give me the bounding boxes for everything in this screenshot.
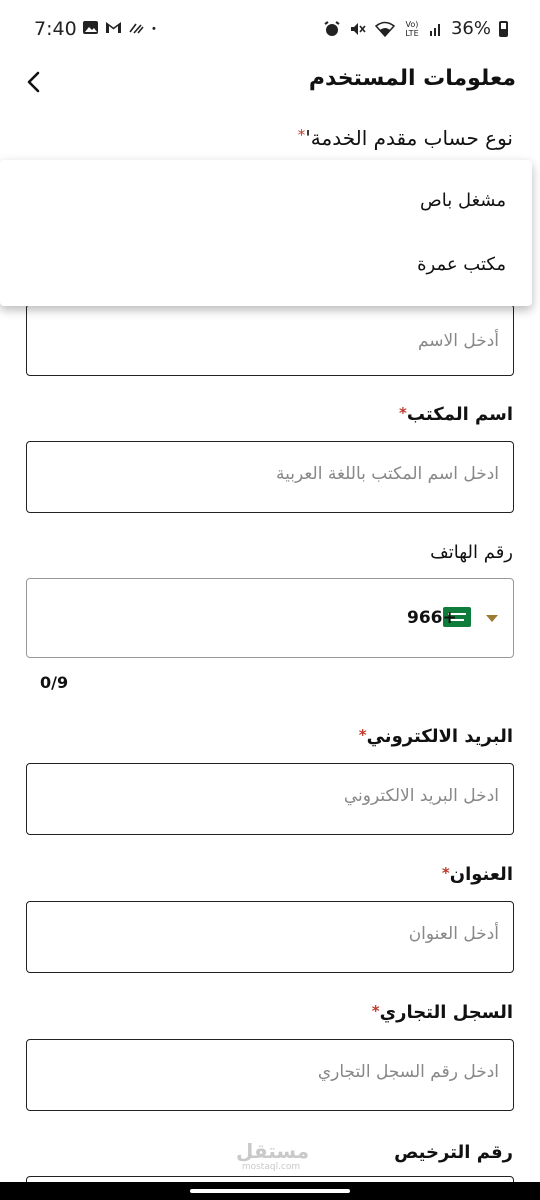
name-placeholder: أدخل الاسم — [417, 331, 499, 351]
watermark-logo: مستقل — [236, 1139, 310, 1163]
status-time: 7:40 — [34, 18, 77, 40]
address-label: العنوان* — [442, 864, 513, 885]
gmail-icon — [106, 22, 121, 33]
email-label: البريد الالكتروني* — [359, 726, 513, 747]
chevron-left-icon — [27, 71, 40, 93]
email-input[interactable]: ادخل البريد الالكتروني — [26, 763, 514, 835]
back-button[interactable] — [18, 66, 50, 98]
watermark: مستقل mostaql.com — [236, 1139, 310, 1172]
watermark-url: mostaql.com — [241, 1162, 301, 1172]
commercial-reg-placeholder: ادخل رقم السجل التجاري — [317, 1062, 499, 1082]
office-name-label: اسم المكتب* — [399, 404, 513, 425]
phone-label: رقم الهاتف — [430, 542, 513, 563]
account-type-label: نوع حساب مقدم الخدمة'* — [298, 126, 513, 150]
signal-icon — [429, 23, 440, 36]
status-left-icons — [82, 20, 161, 35]
alarm-icon — [324, 20, 340, 36]
office-name-input[interactable]: ادخل اسم المكتب باللغة العربية — [26, 441, 514, 513]
name-input[interactable]: أدخل الاسم — [26, 304, 514, 376]
office-name-label-text: اسم المكتب — [406, 404, 513, 425]
dropdown-option-bus-operator[interactable]: مشغل باص — [420, 190, 506, 211]
page-title: معلومات المستخدم — [308, 66, 516, 91]
battery-percent: 36% — [450, 18, 491, 39]
battery-icon — [499, 20, 508, 37]
email-placeholder: ادخل البريد الالكتروني — [343, 786, 499, 806]
required-mark: * — [441, 864, 450, 882]
signal-waves-icon — [129, 23, 144, 34]
address-input[interactable]: أدخل العنوان — [26, 901, 514, 973]
mute-icon — [350, 22, 366, 35]
chevron-down-icon[interactable] — [486, 615, 498, 622]
address-label-text: العنوان — [449, 864, 513, 885]
required-mark: * — [399, 404, 407, 422]
commercial-reg-label: السجل التجاري* — [372, 1002, 513, 1023]
dot-icon — [152, 26, 156, 30]
email-label-text: البريد الالكتروني — [366, 726, 513, 747]
image-icon — [83, 21, 98, 34]
system-nav-bar — [0, 1182, 540, 1200]
dropdown-option-umrah-office[interactable]: مكتب عمرة — [417, 254, 506, 275]
commercial-reg-label-text: السجل التجاري — [379, 1002, 513, 1023]
commercial-reg-input[interactable]: ادخل رقم السجل التجاري — [26, 1039, 514, 1111]
account-type-dropdown: مشغل باص مكتب عمرة — [0, 160, 532, 306]
required-mark: * — [358, 726, 367, 744]
home-indicator[interactable] — [190, 1189, 350, 1193]
license-label: رقم الترخيص — [394, 1142, 513, 1163]
office-name-placeholder: ادخل اسم المكتب باللغة العربية — [275, 464, 499, 484]
wifi-icon — [374, 21, 395, 37]
required-mark: * — [371, 1002, 380, 1020]
volte-icon: Vo) LTE — [405, 19, 419, 38]
account-type-label-text: نوع حساب مقدم الخدمة' — [305, 126, 513, 150]
phone-char-counter: 0/9 — [40, 673, 69, 692]
status-right: Vo) LTE 36% — [323, 18, 508, 39]
phone-input[interactable]: 966+ — [26, 578, 514, 658]
address-placeholder: أدخل العنوان — [408, 924, 499, 944]
dial-code: 966+ — [407, 608, 457, 628]
status-bar: 7:40 Vo) LTE 36% — [0, 0, 540, 60]
app-header: معلومات المستخدم — [0, 60, 540, 106]
